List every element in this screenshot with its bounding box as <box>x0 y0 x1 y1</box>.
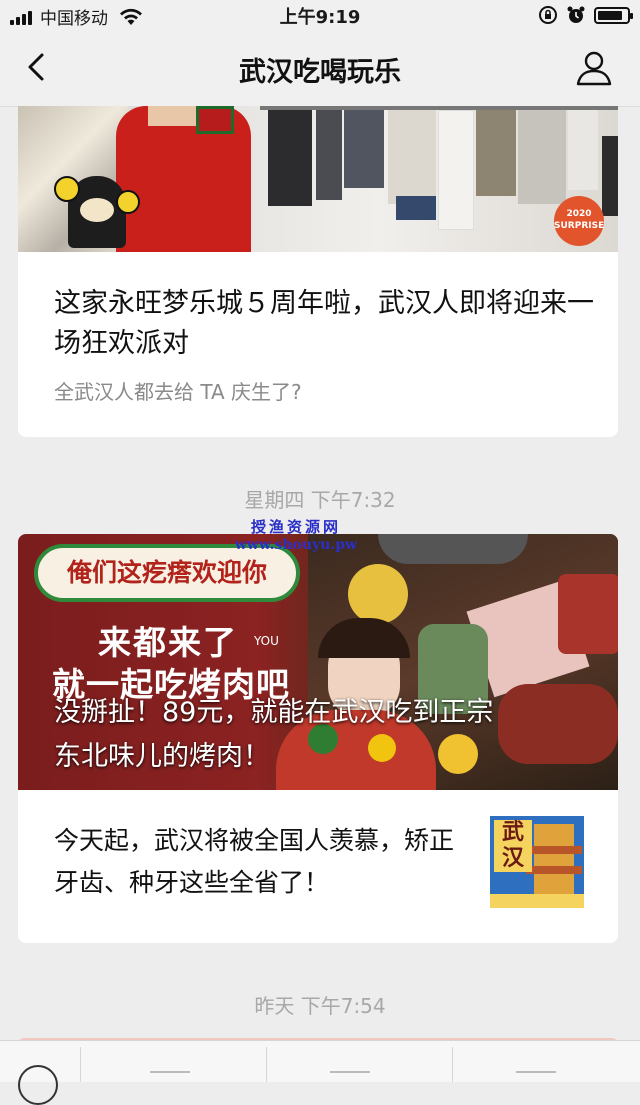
banner-overlay-line-1: 没掰扯！89元，就能在武汉吃到正宗 <box>54 697 494 728</box>
menu-item-2[interactable] <box>330 1071 370 1073</box>
status-bar: 中国移动 上午9:19 <box>0 0 640 30</box>
article-thumbnail[interactable]: 武汉 <box>490 816 584 908</box>
page-title: 武汉吃喝玩乐 <box>239 57 401 88</box>
menu-item-1[interactable] <box>150 1071 190 1073</box>
alarm-icon <box>567 6 585 23</box>
banner-you: YOU <box>254 634 279 648</box>
watermark-line-2: www.shouyu.pw <box>234 537 358 553</box>
menu-divider <box>80 1047 81 1082</box>
message-timestamp: 昨天 下午7:54 <box>254 994 386 1018</box>
article-cover-image: 2020 SURPRISE <box>18 106 618 252</box>
surprise-badge-text: 2020 SURPRISE <box>554 209 605 231</box>
article-title[interactable]: 今天起，武汉将被全国人羡慕，矫正牙齿、种牙这些全省了！ <box>54 820 474 904</box>
nav-bar: 武汉吃喝玩乐 <box>0 30 640 107</box>
article-subtitle: 全武汉人都去给 TA 庆生了? <box>54 380 302 404</box>
keyboard-toggle-icon[interactable] <box>18 1065 58 1105</box>
article-card[interactable]: 2020 SURPRISE 这家永旺梦乐城５周年啦，武汉人即将迎来一场狂欢派对 … <box>18 106 618 437</box>
article-cover-image: 俺们这疙瘩欢迎你 来都来了 YOU 就一起吃烤肉吧 没掰扯！89元，就能在武汉吃… <box>18 534 618 790</box>
article-card[interactable]: 俺们这疙瘩欢迎你 来都来了 YOU 就一起吃烤肉吧 没掰扯！89元，就能在武汉吃… <box>18 534 618 943</box>
status-right <box>538 5 633 25</box>
thumbnail-text: 武汉 <box>494 820 532 872</box>
battery-icon <box>594 6 633 24</box>
message-timestamp: 星期四 下午7:32 <box>244 488 396 512</box>
banner-overlay-line-2: 东北味儿的烤肉！ <box>54 741 270 772</box>
menu-item-3[interactable] <box>516 1071 556 1073</box>
person-icon[interactable] <box>574 48 614 88</box>
watermark: 授渔资源网 www.shouyu.pw <box>226 516 366 553</box>
watermark-line-1: 授渔资源网 <box>250 518 341 536</box>
bottom-menu-bar <box>0 1040 640 1105</box>
menu-divider <box>452 1047 453 1082</box>
rotation-lock-icon <box>539 6 557 24</box>
surprise-badge: 2020 SURPRISE <box>554 196 604 246</box>
article-title[interactable]: 这家永旺梦乐城５周年啦，武汉人即将迎来一场狂欢派对 <box>54 284 594 364</box>
menu-divider <box>266 1047 267 1082</box>
banner-headline-1: 来都来了 <box>98 623 238 662</box>
